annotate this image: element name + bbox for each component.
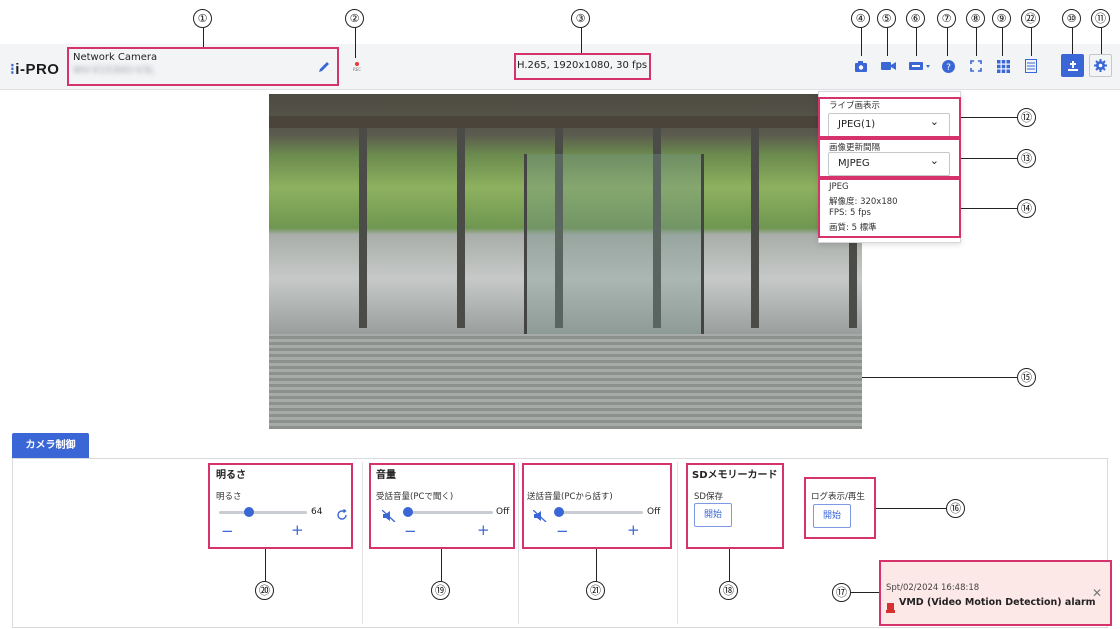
audio-off-dropdown-icon[interactable]: [908, 56, 934, 76]
section-divider: [362, 462, 363, 624]
callout-13: ⑬: [1017, 149, 1036, 168]
highlight-stream-details: [818, 178, 961, 238]
leader-line: [961, 208, 1017, 209]
callout-4: ④: [851, 9, 870, 28]
leader-line: [961, 117, 1017, 118]
leader-line: [1031, 28, 1032, 56]
callout-8: ⑧: [966, 9, 985, 28]
callout-15: ⑮: [1017, 368, 1036, 387]
highlight-live-display: [818, 97, 961, 138]
highlight-sd: [686, 463, 784, 549]
callout-6: ⑥: [906, 9, 925, 28]
alarm-message: VMD (Video Motion Detection) alarm: [899, 597, 1096, 608]
close-icon[interactable]: ✕: [1092, 586, 1102, 600]
fullscreen-icon[interactable]: [966, 56, 986, 76]
leader-line: [441, 549, 442, 581]
leader-line: [203, 28, 204, 47]
leader-line: [265, 549, 266, 581]
highlight-camera-name: [67, 47, 339, 86]
rec-indicator: REC: [351, 62, 363, 72]
alarm-icon: [886, 598, 895, 613]
leader-line: [1002, 28, 1003, 56]
section-divider: [518, 462, 519, 624]
video-ceiling-beam: [269, 116, 862, 128]
callout-5: ⑤: [877, 9, 896, 28]
callout-21: ㉑: [586, 581, 605, 600]
leader-line: [887, 28, 888, 56]
leader-line: [851, 592, 879, 593]
live-view-icon[interactable]: [1061, 54, 1084, 77]
leader-line: [355, 28, 356, 58]
leader-line: [976, 28, 977, 56]
highlight-refresh-interval: [818, 138, 961, 178]
callout-2: ②: [345, 9, 364, 28]
callout-12: ⑫: [1017, 108, 1036, 127]
callout-10: ⑩: [1062, 9, 1081, 28]
leader-line: [1072, 28, 1073, 54]
multi-screen-icon[interactable]: [993, 56, 1013, 76]
callout-17: ⑰: [832, 583, 851, 602]
callout-9: ⑨: [992, 9, 1011, 28]
callout-11: ⑪: [1091, 9, 1110, 28]
highlight-log: [804, 477, 876, 539]
help-icon[interactable]: ?: [938, 56, 958, 76]
leader-line: [876, 508, 946, 509]
leader-line: [861, 28, 862, 56]
leader-line: [916, 28, 917, 56]
rec-dot-icon: [355, 62, 359, 66]
highlight-stream-info: [514, 53, 651, 80]
leader-line: [947, 28, 948, 56]
callout-7: ⑦: [937, 9, 956, 28]
callout-1: ①: [193, 9, 212, 28]
highlight-audio-out: [522, 463, 672, 549]
callout-3: ③: [571, 9, 590, 28]
svg-text:?: ?: [946, 63, 951, 73]
leader-line: [581, 28, 582, 53]
brand-logo: ⁝i-PRO: [10, 61, 60, 78]
callout-18: ⑱: [719, 581, 738, 600]
alarm-timestamp: Spt/02/2024 16:48:18: [886, 583, 980, 593]
callout-14: ⑭: [1017, 199, 1036, 218]
leader-line: [862, 377, 1017, 378]
record-video-icon[interactable]: [878, 56, 898, 76]
callout-19: ⑲: [431, 581, 450, 600]
leader-line: [596, 549, 597, 581]
snapshot-icon[interactable]: [851, 56, 871, 76]
section-divider: [677, 462, 678, 624]
callout-22: ㉒: [1021, 9, 1040, 28]
stream-grid-icon[interactable]: [1021, 56, 1041, 76]
settings-gear-icon[interactable]: [1089, 54, 1112, 77]
tab-camera-control[interactable]: カメラ制御: [12, 433, 89, 458]
leader-line: [729, 549, 730, 581]
callout-16: ⑯: [946, 499, 965, 518]
leader-line: [961, 158, 1017, 159]
alarm-notification[interactable]: Spt/02/2024 16:48:18 VMD (Video Motion D…: [879, 560, 1112, 626]
callout-20: ⑳: [255, 581, 274, 600]
leader-line: [1101, 28, 1102, 54]
video-floor: [269, 334, 862, 429]
highlight-audio-in: [369, 463, 515, 549]
live-video-image[interactable]: [269, 94, 862, 429]
highlight-brightness: [208, 463, 353, 549]
